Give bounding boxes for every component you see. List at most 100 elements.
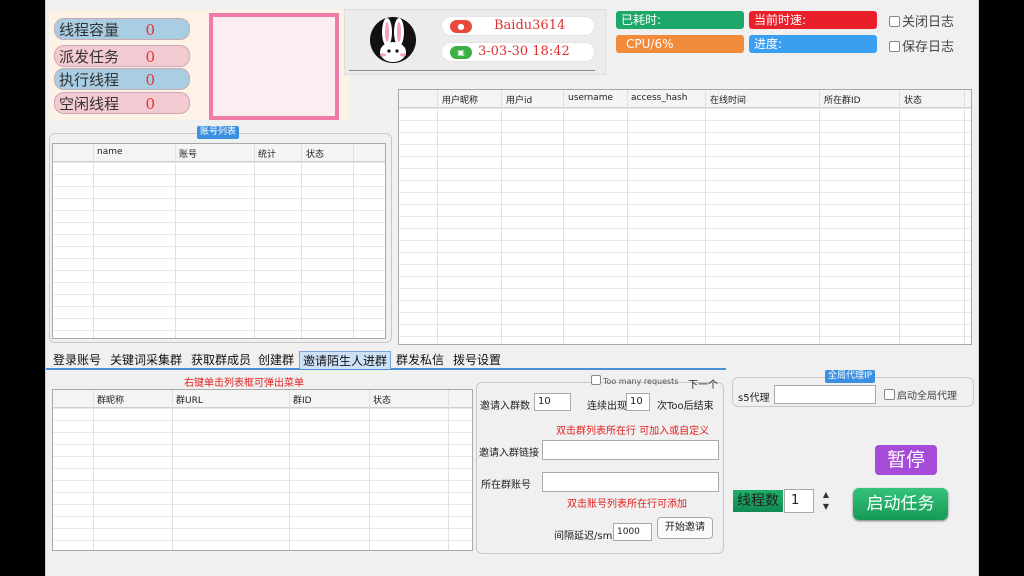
tab-6[interactable]: 拨号设置 [450,351,504,369]
column-divider [899,90,900,344]
accounts-title: 账号列表 [197,126,240,139]
column-divider [448,390,449,550]
user-icon: ● [450,20,472,33]
threads-label: 线程数 [733,490,783,512]
column-header[interactable]: 在线时间 [710,93,746,106]
right-click-hint: 右键单击列表框可弹出菜单 [184,378,304,389]
delay-label: 间隔延迟/sm [554,531,613,542]
pause-button[interactable]: 暂停 [875,445,937,475]
accounts-table[interactable]: name 账号 统计 状态 [52,143,386,339]
enable-global-proxy-checkbox[interactable]: 启动全局代理 [884,387,957,402]
tab-5[interactable]: 群发私信 [393,351,447,369]
consecutive-input[interactable]: 10 [626,393,650,411]
date-pill: ▣ 3-03-30 18:42 [441,42,595,62]
double-click-account-hint: 双击账号列表所在行可添加 [567,499,687,510]
too-end-label: 次Too后结束 [657,401,714,412]
thread-stat-label: 空闲线程 [59,95,120,113]
save-log-checkbox[interactable]: 保存日志 [889,36,954,55]
delay-input[interactable]: 1000 [613,523,652,541]
threads-input[interactable]: 1 [784,489,814,513]
column-divider [289,390,290,550]
double-click-group-hint: 双击群列表所在行 可加入或自定义 [556,426,710,437]
column-header[interactable]: username [568,93,613,103]
s5-proxy-input[interactable] [774,385,876,404]
too-many-requests-checkbox[interactable]: Too many requests [591,375,678,386]
invite-link-label: 邀请入群链接 [479,448,539,459]
divider [349,70,595,71]
next-label: 下一个 [688,380,718,391]
column-header[interactable]: 群ID [293,393,312,406]
invite-link-input[interactable] [542,440,719,460]
column-divider [353,144,354,338]
thread-stat-value: 0 [145,71,155,89]
tab-4[interactable]: 邀请陌生人进群 [299,351,392,369]
date-text: 3-03-30 18:42 [478,44,570,59]
column-divider [501,90,502,344]
column-divider [93,390,94,550]
tab-1[interactable]: 关键词采集群 [107,351,185,369]
group-account-label: 所在群账号 [481,480,531,491]
column-header[interactable]: 状态 [306,147,324,160]
stepper-down-icon[interactable]: ▼ [817,501,835,513]
column-header[interactable]: name [97,147,123,157]
avatar [369,16,417,64]
column-header[interactable]: 群URL [176,393,203,406]
start-invite-button[interactable]: 开始邀请 [657,517,713,539]
column-header[interactable]: 用户昵称 [442,93,478,106]
groups-table-header: 群昵称 群URL 群ID 状态 [53,390,472,408]
column-header[interactable]: 状态 [904,93,922,106]
column-header[interactable]: 用户id [506,93,532,106]
thread-stat-value: 0 [145,48,155,66]
column-header[interactable]: 状态 [373,393,391,406]
speed-status: 当前时速: [749,11,877,29]
column-divider [93,144,94,338]
column-divider [172,390,173,550]
tab-3[interactable]: 创建群 [255,351,297,369]
column-header[interactable]: 群昵称 [97,393,124,406]
profile-panel: ● Baidu3614 ▣ 3-03-30 18:42 [344,9,606,75]
group-account-input[interactable] [542,472,719,492]
column-divider [819,90,820,344]
preview-box [209,13,339,120]
stepper-up-icon[interactable]: ▲ [817,489,835,501]
accounts-table-header: name 账号 统计 状态 [53,144,385,162]
column-header[interactable]: 所在群ID [824,93,861,106]
thread-stat-value: 0 [145,95,155,113]
column-header[interactable]: 账号 [179,147,197,160]
column-divider [964,90,965,344]
column-header[interactable]: 统计 [258,147,276,160]
column-header[interactable]: access_hash [631,93,687,103]
thread-stat-label: 线程容量 [59,21,120,39]
thread-stat-value: 0 [145,21,155,39]
invite-count-label: 邀请入群数 [480,401,530,412]
column-divider [705,90,706,344]
groups-table[interactable]: 群昵称 群URL 群ID 状态 [52,389,473,551]
column-divider [301,144,302,338]
thread-stat-label: 派发任务 [59,48,120,66]
calendar-icon: ▣ [450,46,472,59]
close-log-checkbox[interactable]: 关闭日志 [889,11,954,30]
tab-0[interactable]: 登录账号 [50,351,104,369]
progress-status: 进度: [749,35,877,53]
main-window: 线程容量 0 派发任务 0 执行线程 0 空闲线程 0 ● Baidu3614 ▣ 3-03-… [45,0,979,576]
threads-stepper[interactable]: ▲ ▼ [817,489,835,513]
start-task-button[interactable]: 启动任务 [853,488,948,520]
thread-stat-1: 派发任务 0 [54,45,190,67]
proxy-title: 全局代理IP [825,370,876,383]
invite-count-input[interactable]: 10 [534,393,571,411]
members-table-header: 用户昵称 用户id username access_hash 在线时间 所在群ID 状态 [399,90,971,108]
thread-stat-2: 执行线程 0 [54,68,190,90]
members-table[interactable]: 用户昵称 用户id username access_hash 在线时间 所在群ID 状态 [398,89,972,345]
s5-proxy-label: s5代理 [738,393,770,404]
column-divider [175,144,176,338]
thread-stat-label: 执行线程 [59,71,120,89]
column-divider [437,90,438,344]
tab-2[interactable]: 获取群成员 [188,351,254,369]
column-divider [563,90,564,344]
username-pill: ● Baidu3614 [441,16,595,36]
column-divider [254,144,255,338]
username-text: Baidu3614 [494,18,566,33]
elapsed-status: 已耗时: [616,11,744,29]
thread-stat-3: 空闲线程 0 [54,92,190,114]
column-divider [627,90,628,344]
